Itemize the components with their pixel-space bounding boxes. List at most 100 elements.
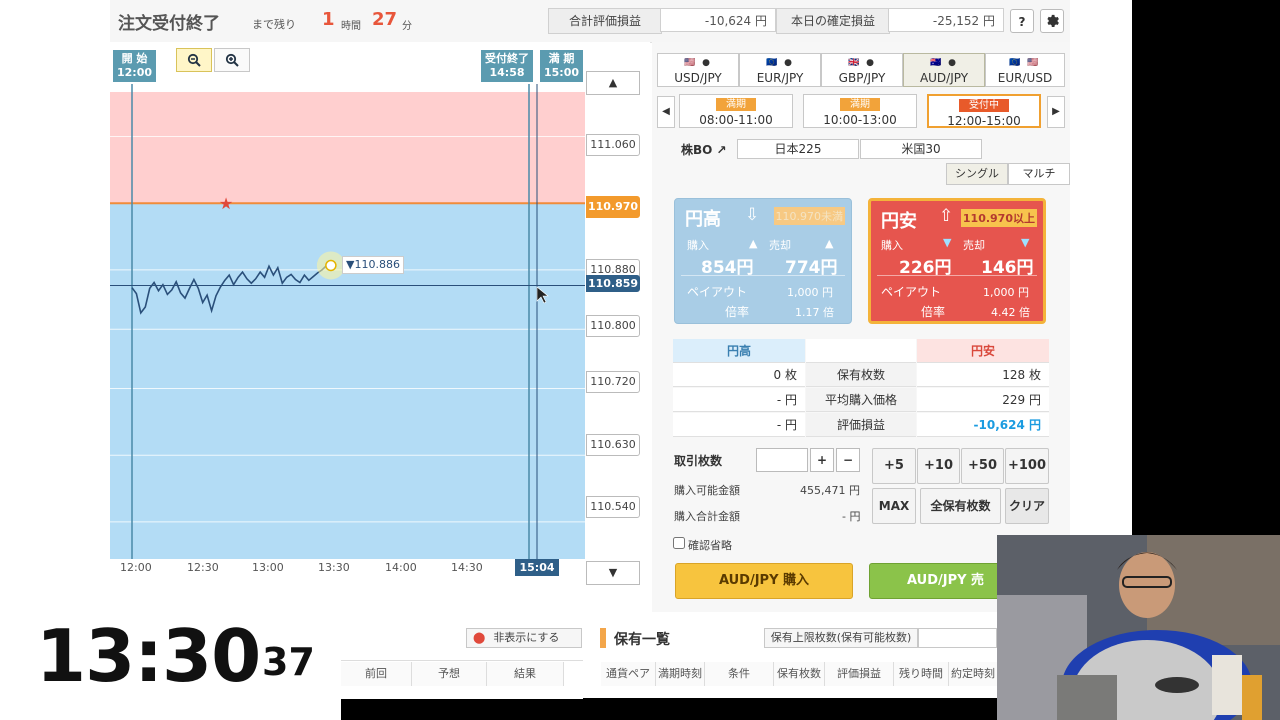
payout-value: 1,000 円 <box>983 286 1029 299</box>
summary-header-blank <box>806 339 916 363</box>
price-tag: 110.630 <box>586 434 640 456</box>
slot-next-button[interactable]: ▶ <box>1047 96 1065 128</box>
tab-eur-usd[interactable]: 🇪🇺 🇺🇸 EUR/USD <box>985 53 1065 87</box>
triangle-down-icon: ▼ <box>1021 236 1030 249</box>
qty-label: 取引枚数 <box>674 454 723 468</box>
sell-button[interactable]: AUD/JPY 売 <box>869 563 1009 599</box>
holdings-header: 評価損益 <box>825 662 894 686</box>
close-flag-time: 14:58 <box>489 66 525 79</box>
x-tick: 12:00 <box>120 561 152 574</box>
holdings-header: 保有枚数 <box>774 662 825 686</box>
buy-label: 購入 <box>881 239 903 252</box>
quick-plus-5[interactable]: +5 <box>872 448 916 484</box>
hours-unit: 時間 <box>341 21 361 32</box>
flag-icon: 🇦🇺 ● <box>930 58 958 68</box>
buy-button[interactable]: AUD/JPY 購入 <box>675 563 853 599</box>
webcam-image <box>997 535 1280 720</box>
stock-us30[interactable]: 米国30 <box>860 139 982 159</box>
slot-time: 10:00-13:00 <box>823 113 897 127</box>
holdings-header: 通貨ペア <box>601 662 656 686</box>
max-button[interactable]: MAX <box>872 488 916 524</box>
help-button[interactable]: ? <box>1010 9 1034 33</box>
x-tick: 14:00 <box>385 561 417 574</box>
slot-prev-button[interactable]: ◀ <box>657 96 675 128</box>
mode-multi[interactable]: マルチ <box>1008 163 1070 185</box>
all-holdings-button[interactable]: 全保有枚数 <box>920 488 1001 524</box>
settings-button[interactable] <box>1040 9 1064 33</box>
x-tick: 12:30 <box>187 561 219 574</box>
card-yen-low[interactable]: 円安 ⇧ 110.970以上 購入 ▼ 売却 ▼ 226円 146円 ペイアウト… <box>868 198 1046 324</box>
flag-icon: 🇪🇺 🇺🇸 <box>1009 58 1041 68</box>
hide-button-label: 非表示にする <box>493 631 560 644</box>
payout-label: ペイアウト <box>687 285 748 299</box>
price-tag: 110.540 <box>586 496 640 518</box>
time-slot-tab-active[interactable]: 受付中 12:00-15:00 <box>927 94 1041 128</box>
buy-label: 購入 <box>687 239 709 252</box>
condition-label: 110.970以上 <box>960 209 1037 227</box>
quick-plus-10[interactable]: +10 <box>917 448 960 484</box>
summary-low-qty: 128 枚 <box>917 363 1049 387</box>
stock-bo-link[interactable]: 株BO ↗ <box>681 141 727 158</box>
order-status-title: 注文受付終了 <box>118 14 220 34</box>
tab-gbp-jpy[interactable]: 🇬🇧 ● GBP/JPY <box>821 53 903 87</box>
divider <box>681 275 845 276</box>
zoom-in-icon <box>225 53 239 67</box>
tab-eur-jpy[interactable]: 🇪🇺 ● EUR/JPY <box>739 53 821 87</box>
card-yen-high[interactable]: 円高 ⇩ 110.970未満 購入 ▲ 売却 ▲ 854円 774円 ペイアウト… <box>674 198 852 324</box>
expiry-flag-time: 15:00 <box>544 66 580 79</box>
summary-header-high: 円高 <box>673 339 805 363</box>
confirm-skip-checkbox[interactable] <box>673 537 685 549</box>
mode-single[interactable]: シングル <box>946 163 1008 185</box>
minutes-unit: 分 <box>402 21 412 32</box>
scroll-up-button[interactable]: ▲ <box>586 71 640 95</box>
black-margin-right <box>1132 0 1280 535</box>
quick-plus-50[interactable]: +50 <box>961 448 1004 484</box>
holdings-header: 残り時間 <box>894 662 949 686</box>
quick-plus-100[interactable]: +100 <box>1005 448 1049 484</box>
price-chart[interactable]: ★ <box>110 42 650 582</box>
strike-price-tag: 110.970 <box>586 196 640 218</box>
triangle-up-icon: ▲ <box>749 237 758 250</box>
stock-nikkei225[interactable]: 日本225 <box>737 139 859 159</box>
clear-button[interactable]: クリア <box>1005 488 1049 524</box>
divider <box>877 275 1037 276</box>
qty-input[interactable] <box>756 448 808 472</box>
direction-label: 円高 <box>685 209 721 230</box>
scroll-down-button[interactable]: ▼ <box>586 561 640 585</box>
webcam-overlay <box>997 535 1280 720</box>
total-value: - 円 <box>842 510 861 523</box>
history-header-forecast: 予想 <box>412 662 487 686</box>
tab-aud-jpy[interactable]: 🇦🇺 ● AUD/JPY <box>903 53 985 87</box>
summary-low-pl: -10,624 円 <box>917 413 1049 437</box>
time-slot-tab[interactable]: 満期 10:00-13:00 <box>803 94 917 128</box>
tab-label: EUR/USD <box>997 71 1053 85</box>
summary-header-low: 円安 <box>917 339 1049 363</box>
available-label: 購入可能金額 <box>674 484 740 497</box>
ratio-label: 倍率 <box>725 305 750 319</box>
star-icon: ★ <box>219 194 233 213</box>
payout-label: ペイアウト <box>881 285 942 299</box>
hide-button[interactable]: ⬤ 非表示にする <box>466 628 582 648</box>
chart-canvas[interactable]: ★ <box>110 42 650 582</box>
current-price-label: ▼110.886 <box>342 256 404 274</box>
start-flag: 開 始 12:00 <box>113 50 157 82</box>
holdings-limit-value <box>918 628 997 648</box>
slot-time: 08:00-11:00 <box>699 113 773 127</box>
summary-high-qty: 0 枚 <box>673 363 805 387</box>
expiry-flag: 満 期 15:00 <box>540 50 584 82</box>
close-flag: 受付終了 14:58 <box>481 50 533 82</box>
x-tick: 13:30 <box>318 561 350 574</box>
remaining-label: まで残り <box>252 18 296 31</box>
total-label: 購入合計金額 <box>674 510 740 523</box>
qty-minus-button[interactable]: − <box>836 448 860 472</box>
time-slot-tab[interactable]: 満期 08:00-11:00 <box>679 94 793 128</box>
x-tick: 13:00 <box>252 561 284 574</box>
today-pl-label: 本日の確定損益 <box>776 8 890 34</box>
summary-label-avg: 平均購入価格 <box>806 388 916 412</box>
tab-usd-jpy[interactable]: 🇺🇸 ● USD/JPY <box>657 53 739 87</box>
qty-plus-button[interactable]: + <box>810 448 834 472</box>
zoom-in-button[interactable] <box>214 48 250 72</box>
remaining-hours: 1 <box>322 9 335 30</box>
summary-high-avg: - 円 <box>673 388 805 412</box>
zoom-out-button[interactable] <box>176 48 212 72</box>
